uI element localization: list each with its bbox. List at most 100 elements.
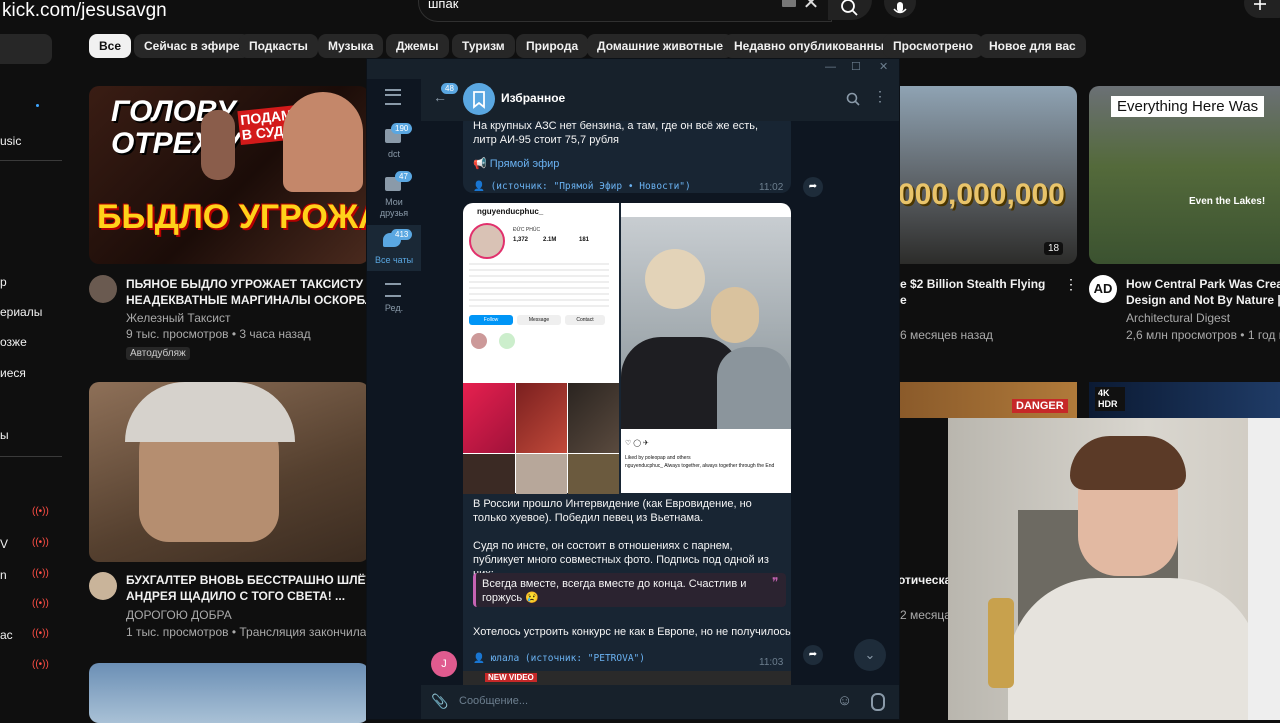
search-input[interactable]: шпак — [428, 0, 458, 11]
video-title[interactable]: ПЬЯНОЕ БЫДЛО УГРОЖАЕТ ТАКСИСТУ | — [126, 276, 368, 292]
posts-count: 1,372 — [513, 237, 529, 243]
channel-name[interactable]: Железный Таксист — [126, 310, 230, 326]
channel-avatar[interactable]: AD — [1089, 275, 1117, 303]
video-title[interactable]: отическа — [898, 572, 948, 588]
sidebar-item[interactable]: usic — [0, 134, 21, 148]
message-text: Хотелось устроить конкурс не как в Европ… — [473, 626, 791, 638]
search-box[interactable] — [418, 0, 832, 22]
photo-attachment[interactable]: ♡ ◯ ✈ Liked by poleopap and others nguye… — [621, 203, 791, 493]
video-thumbnail[interactable]: Everything Here Was Even the Lakes! — [1089, 86, 1280, 264]
sender-avatar[interactable]: J — [431, 651, 457, 677]
video-title[interactable]: How Central Park Was Create — [1126, 276, 1280, 292]
maximize-icon[interactable]: ☐ — [851, 60, 861, 73]
close-icon[interactable]: ✕ — [879, 60, 888, 73]
video-thumbnail[interactable] — [89, 382, 369, 562]
sidebar-item[interactable]: ы — [0, 428, 9, 442]
video-thumbnail[interactable] — [89, 663, 369, 723]
chip[interactable]: Музыка — [318, 34, 384, 58]
channel-link[interactable]: 📢 Прямой эфир — [473, 157, 559, 170]
sidebar-item[interactable]: ериалы — [0, 305, 42, 319]
forward-button[interactable]: ➦ — [803, 645, 823, 665]
create-button[interactable] — [1244, 0, 1280, 18]
message-source: 👤 юлала (источник: "PETROVA") — [473, 653, 645, 664]
folder-all-chats[interactable]: 413 Все чаты — [367, 225, 421, 271]
photo-attachment[interactable]: nguyenducphuc_ ĐỨC PHÚC 1,372 2.1M 181 F… — [463, 203, 619, 494]
emoji-icon[interactable]: ☺ — [837, 692, 852, 709]
channel-avatar[interactable] — [89, 275, 117, 303]
chat-messages: На крупных АЗС нет бензина, а там, где о… — [421, 121, 899, 685]
quote-text: Всегда вместе, всегда вместе до конца. С… — [482, 578, 747, 604]
chip[interactable]: Джемы — [386, 34, 449, 58]
unread-badge: 190 — [391, 123, 413, 134]
more-options-icon[interactable]: ⋮ — [873, 88, 887, 105]
sidebar-item[interactable]: ас — [0, 628, 13, 642]
chip[interactable]: Сейчас в эфире — [134, 34, 250, 58]
microphone-shape — [988, 598, 1014, 688]
duration-badge: 18 — [1044, 242, 1064, 255]
scroll-down-button[interactable]: ⌄ — [854, 639, 886, 671]
chip[interactable]: Подкасты — [239, 34, 318, 58]
video-thumbnail[interactable]: DANGER — [898, 382, 1077, 418]
voice-search-button[interactable] — [884, 0, 916, 18]
grid-photo — [463, 454, 515, 494]
following-count: 181 — [579, 237, 590, 243]
stream-url-overlay: kick.com/jesusavgn — [2, 0, 167, 21]
search-button[interactable] — [828, 0, 872, 20]
minimize-icon[interactable]: — — [825, 61, 836, 73]
source-text: (источник: "Прямой Эфир • Новости") — [490, 181, 691, 192]
search-icon[interactable] — [845, 91, 861, 107]
video-title[interactable]: e — [900, 292, 1070, 308]
clear-search-icon[interactable]: ✕ — [802, 0, 820, 13]
saved-messages-avatar[interactable] — [463, 83, 495, 115]
sidebar-item[interactable]: р — [0, 275, 7, 289]
channel-avatar[interactable] — [89, 572, 117, 600]
channel-name[interactable]: ДОРОГОЮ ДОБРА — [126, 607, 232, 623]
video-title[interactable]: Design and Not By Nature | A — [1126, 292, 1280, 308]
keyboard-icon[interactable] — [782, 0, 796, 7]
chip[interactable]: Домашние животные — [587, 34, 734, 58]
video-title[interactable]: НЕАДЕКВАТНЫЕ МАРГИНАЛЫ ОСКОРБЛЯ — [126, 292, 368, 308]
folder-friends[interactable]: 47 Мои друзья — [367, 171, 421, 218]
grid-photo — [516, 383, 567, 453]
message-bubble[interactable]: На крупных АЗС нет бензина, а там, где о… — [463, 121, 791, 193]
attach-icon[interactable]: 📎 — [431, 693, 448, 710]
sidebar-item[interactable]: V — [0, 537, 8, 551]
channel-name[interactable]: Architectural Digest — [1126, 310, 1230, 326]
video-title[interactable]: e $2 Billion Stealth Flying — [900, 276, 1070, 292]
live-icon: ((•)) — [32, 598, 49, 609]
folder-dct[interactable]: 190 dct — [367, 123, 421, 165]
video-thumbnail[interactable]: ГОЛОВУ ОТРЕЖУ ПОДАМ В СУД БЫДЛО УГРОЖАЕТ — [89, 86, 369, 264]
sidebar-item[interactable]: иеся — [0, 366, 26, 380]
voice-message-icon[interactable] — [871, 693, 885, 711]
chip[interactable]: Новое для вас — [979, 34, 1086, 58]
menu-icon[interactable] — [385, 89, 401, 105]
chip[interactable]: Природа — [516, 34, 589, 58]
insta-username: nguyenducphuc_ — [477, 207, 544, 216]
followers-count: 2.1M — [543, 237, 557, 243]
source-text: юлала (источник: "PETROVA") — [490, 653, 645, 664]
folder-edit[interactable]: Ред. — [367, 279, 421, 321]
next-message-preview[interactable]: NEW VIDEO — [463, 671, 791, 685]
message-text: В России прошло Интервидение (как Еврови… — [473, 498, 752, 524]
message-input[interactable]: Сообщение... — [459, 695, 528, 707]
person-hair — [1070, 436, 1186, 490]
person-figure — [711, 287, 759, 343]
sidebar-item[interactable]: n — [0, 568, 7, 582]
forward-button[interactable]: ➦ — [803, 177, 823, 197]
chip[interactable]: Просмотрено — [883, 34, 984, 58]
message-bubble[interactable]: nguyenducphuc_ ĐỨC PHÚC 1,372 2.1M 181 F… — [463, 203, 791, 685]
more-options-icon[interactable]: ⋮ — [1064, 276, 1078, 293]
video-thumbnail[interactable]: 4K HDR — [1089, 382, 1280, 418]
chip-all[interactable]: Все — [89, 34, 132, 58]
chip[interactable]: Недавно опубликованные — [724, 34, 901, 58]
chip[interactable]: Туризм — [452, 34, 515, 58]
message-button: Message — [517, 315, 561, 325]
thumbnail-tag: DANGER — [1012, 399, 1068, 413]
video-title[interactable]: БУХГАЛТЕР ВНОВЬ БЕССТРАШНО ШЛЁТ — [126, 572, 368, 588]
highlight-circle — [471, 333, 487, 349]
video-thumbnail[interactable]: 000,000,000 18 — [898, 86, 1077, 264]
video-title[interactable]: АНДРЕЯ ЩАДИЛО С ТОГО СВЕТА! ... — [126, 588, 368, 604]
sidebar-item-active[interactable] — [0, 34, 52, 64]
sidebar-item[interactable]: озже — [0, 335, 27, 349]
person-hoodie — [1008, 578, 1260, 720]
